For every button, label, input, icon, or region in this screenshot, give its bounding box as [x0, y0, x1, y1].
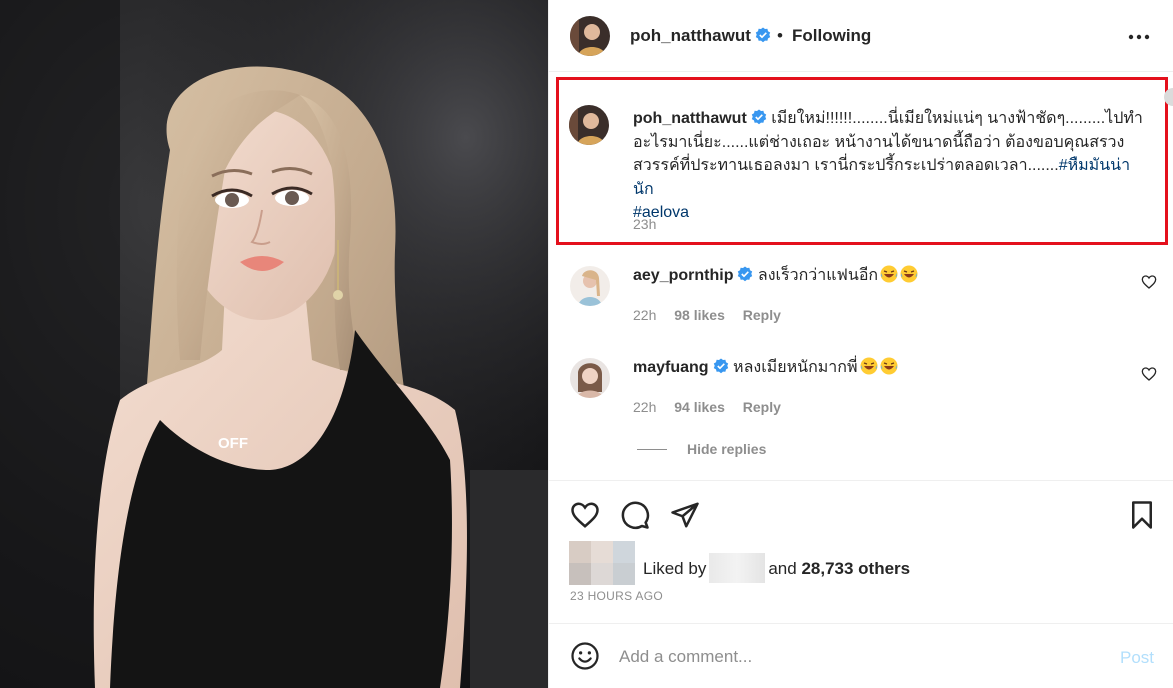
post-header: poh_natthawut • Following: [549, 0, 1173, 72]
commenter-username[interactable]: aey_pornthip: [633, 267, 733, 284]
verified-badge-icon: [751, 109, 766, 125]
scroll-indicator-icon[interactable]: [1163, 88, 1173, 106]
likes-count-link[interactable]: 28,733 others: [801, 559, 910, 578]
more-horizontal-icon[interactable]: [1127, 28, 1151, 46]
verified-badge-icon: [755, 27, 771, 43]
verified-badge-icon: [713, 358, 728, 374]
caption-author-avatar[interactable]: [569, 105, 609, 145]
comment-text: mayfuang หลงเมียหนักมากพี่: [633, 356, 898, 380]
comment-likes[interactable]: 98 likes: [674, 307, 725, 323]
caption-text: poh_natthawut เมียใหม่!!!!!!........นี่เ…: [633, 107, 1143, 225]
reply-button[interactable]: Reply: [743, 399, 781, 415]
comment-timestamp[interactable]: 22h: [633, 307, 656, 323]
reply-button[interactable]: Reply: [743, 307, 781, 323]
commenter-avatar[interactable]: [570, 358, 610, 398]
comment-meta: 22h 94 likes Reply: [633, 399, 795, 415]
laughing-tears-emoji-icon: [880, 265, 898, 283]
caption-timestamp[interactable]: 23h: [633, 216, 656, 232]
comment-input[interactable]: [619, 642, 1089, 672]
comment-body: ลงเร็วกว่าแฟนอีก: [757, 267, 879, 284]
liker-avatars-blurred[interactable]: [569, 541, 635, 585]
liker-name-blurred[interactable]: [709, 553, 766, 583]
comment-like-heart-icon[interactable]: [1141, 274, 1157, 290]
following-button[interactable]: Following: [792, 26, 871, 46]
comment-text: aey_pornthip ลงเร็วกว่าแฟนอีก: [633, 264, 918, 288]
author-username[interactable]: poh_natthawut: [630, 26, 771, 46]
caption-username[interactable]: poh_natthawut: [633, 110, 747, 127]
comment-bubble-icon[interactable]: [620, 500, 650, 530]
comment-likes[interactable]: 94 likes: [674, 399, 725, 415]
post-comment-button[interactable]: Post: [1120, 648, 1154, 668]
shirt-print: OFF: [218, 435, 248, 452]
likes-text: Liked by and 28,733 others: [643, 553, 910, 583]
bookmark-icon[interactable]: [1127, 500, 1157, 530]
likes-summary: Liked by and 28,733 others: [569, 541, 1159, 585]
caption-highlight-box: poh_natthawut เมียใหม่!!!!!!........นี่เ…: [556, 77, 1168, 245]
commenter-username[interactable]: mayfuang: [633, 359, 709, 376]
comment-meta: 22h 98 likes Reply: [633, 307, 795, 323]
separator-dot: •: [777, 26, 783, 45]
post-photo[interactable]: OFF: [0, 0, 548, 688]
verified-badge-icon: [738, 266, 753, 282]
smiley-face-icon[interactable]: [570, 641, 600, 671]
comment-item: aey_pornthip ลงเร็วกว่าแฟนอีก 22h 98 lik…: [549, 252, 1173, 338]
liked-by-label: Liked by: [643, 559, 707, 578]
comment-item: mayfuang หลงเมียหนักมากพี่ 22h 94 likes …: [549, 344, 1173, 430]
author-avatar[interactable]: [570, 16, 610, 56]
laughing-tears-emoji-icon: [880, 357, 898, 375]
heart-icon[interactable]: [570, 500, 600, 530]
comment-like-heart-icon[interactable]: [1141, 366, 1157, 382]
comment-composer: Post: [549, 623, 1173, 688]
laughing-tears-emoji-icon: [860, 357, 878, 375]
hide-replies-button[interactable]: Hide replies: [637, 441, 766, 457]
likes-and-label: and: [768, 559, 797, 578]
laughing-tears-emoji-icon: [900, 265, 918, 283]
commenter-avatar[interactable]: [570, 266, 610, 306]
action-bar: [549, 480, 1173, 542]
paper-plane-icon[interactable]: [670, 500, 700, 530]
comment-body: หลงเมียหนักมากพี่: [733, 359, 858, 376]
comment-timestamp[interactable]: 22h: [633, 399, 656, 415]
portrait-illustration: OFF: [0, 0, 548, 688]
post-panel: poh_natthawut • Following poh_natthawut …: [548, 0, 1173, 688]
post-timestamp[interactable]: 23 HOURS AGO: [570, 589, 663, 603]
